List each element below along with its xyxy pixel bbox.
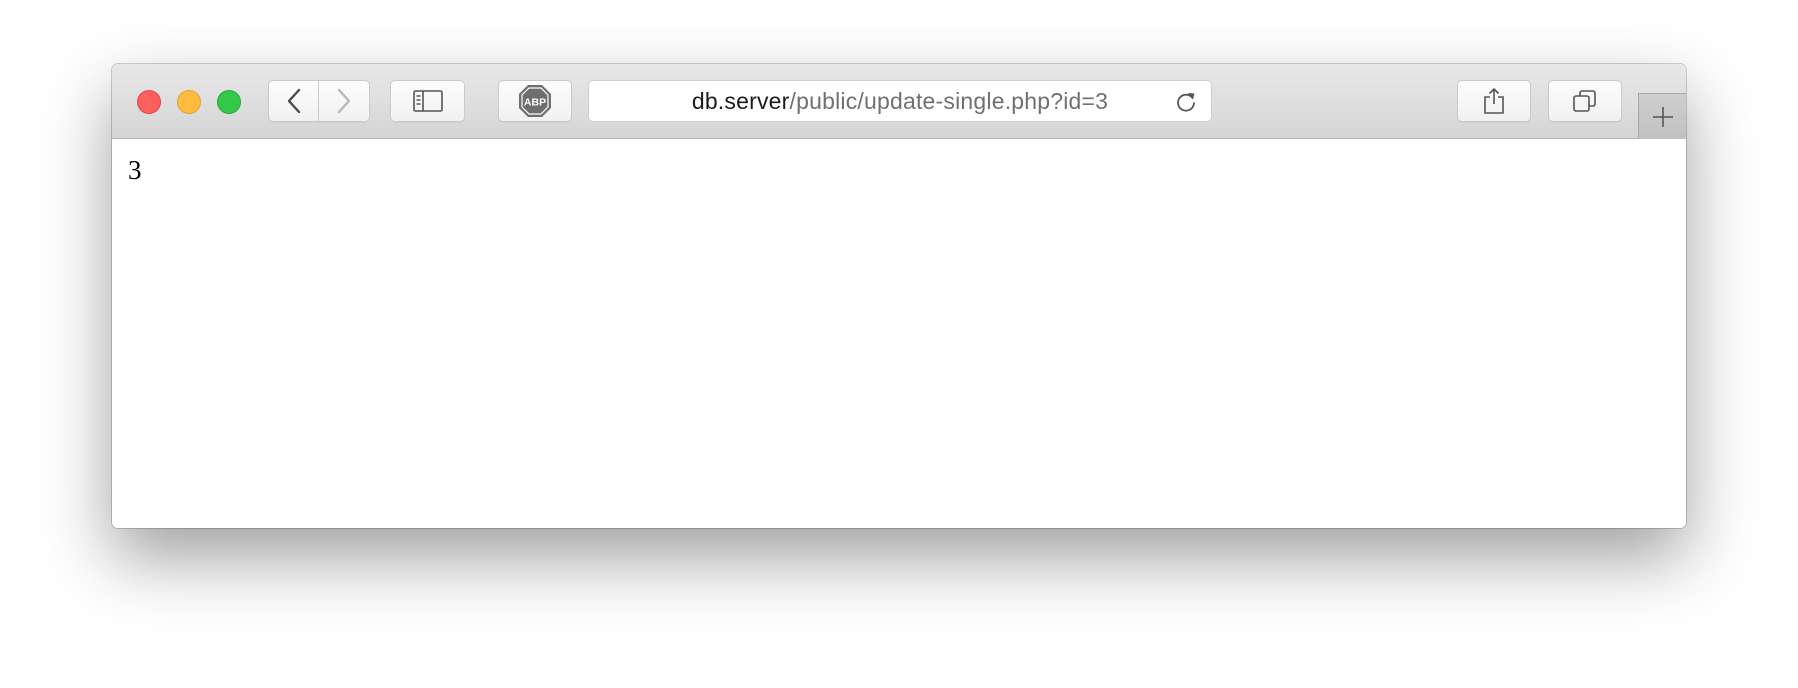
sidebar-icon xyxy=(412,90,443,112)
tabs-overview-icon xyxy=(1572,88,1598,114)
adblock-button[interactable]: ABP xyxy=(498,80,572,122)
reload-button[interactable] xyxy=(1173,89,1199,115)
url-path: /public/update-single.php?id=3 xyxy=(789,87,1109,114)
new-tab-button[interactable] xyxy=(1638,93,1686,139)
browser-window: ABP db.server/public/update-single.php?i… xyxy=(112,64,1686,528)
share-icon xyxy=(1482,87,1506,115)
reload-icon xyxy=(1174,90,1198,114)
sidebar-toggle-button[interactable] xyxy=(390,80,465,122)
close-window-button[interactable] xyxy=(137,90,161,114)
share-button[interactable] xyxy=(1457,80,1531,122)
abp-label: ABP xyxy=(524,97,546,109)
chevron-left-icon xyxy=(286,88,302,114)
minimize-window-button[interactable] xyxy=(177,90,201,114)
url-text[interactable]: db.server/public/update-single.php?id=3 xyxy=(692,88,1108,115)
browser-toolbar: ABP db.server/public/update-single.php?i… xyxy=(112,64,1686,139)
chevron-right-icon xyxy=(336,88,352,114)
tab-overview-button[interactable] xyxy=(1548,80,1622,122)
back-button[interactable] xyxy=(268,80,319,122)
page-body-text: 3 xyxy=(128,155,142,185)
abp-icon: ABP xyxy=(518,84,552,118)
plus-icon xyxy=(1651,105,1675,129)
page-content: 3 xyxy=(112,139,1686,528)
maximize-window-button[interactable] xyxy=(217,90,241,114)
address-bar[interactable]: db.server/public/update-single.php?id=3 xyxy=(588,80,1212,122)
forward-button[interactable] xyxy=(319,80,370,122)
url-host: db.server xyxy=(691,87,790,114)
